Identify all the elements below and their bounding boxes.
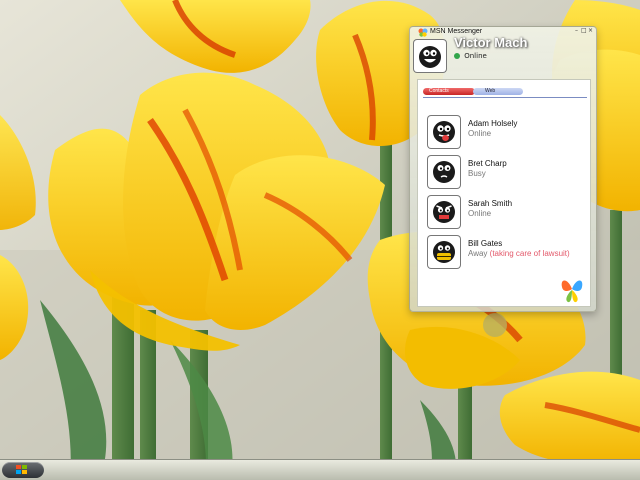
contact-status-label: Busy: [468, 169, 486, 178]
tab-contacts[interactable]: Contacts: [423, 88, 475, 95]
contact-status: Online: [468, 209, 491, 218]
contact-item[interactable]: Sarah Smith Online: [428, 196, 578, 232]
contact-name: Adam Holsely: [468, 119, 518, 128]
contact-avatar: [428, 236, 460, 268]
contact-status-label: Away: [468, 249, 488, 258]
contact-item[interactable]: Adam Holsely Online: [428, 116, 578, 152]
desktop: MSN Messenger – □ × Victor Mach Online C…: [0, 0, 640, 480]
grin-emoticon-icon: [433, 241, 455, 263]
taskbar: [0, 459, 640, 480]
surprised-emoticon-icon: [433, 161, 455, 183]
user-header: Victor Mach Online: [410, 35, 596, 77]
tongue-emoticon-icon: [433, 121, 455, 143]
windows-start-icon: [16, 465, 27, 474]
tabs-underline: [423, 97, 587, 98]
tab-web[interactable]: Web: [473, 88, 523, 95]
user-display-name[interactable]: Victor Mach: [454, 35, 527, 50]
window-controls: – □ ×: [574, 28, 593, 34]
user-status[interactable]: Online: [454, 52, 487, 60]
user-avatar[interactable]: [414, 40, 446, 72]
user-emoticon-icon: [419, 46, 441, 68]
contact-avatar: [428, 196, 460, 228]
angry-emoticon-icon: [433, 201, 455, 223]
contact-item[interactable]: Bret Charp Busy: [428, 156, 578, 192]
contact-status: Busy: [468, 169, 486, 178]
online-status-icon: [454, 53, 460, 59]
contact-item[interactable]: Bill Gates Away (taking care of lawsuit): [428, 236, 578, 272]
contact-name: Bret Charp: [468, 159, 507, 168]
contact-status-label: Online: [468, 129, 492, 138]
contact-status: Online: [468, 129, 491, 138]
contact-avatar: [428, 116, 460, 148]
contacts-panel: Contacts Web Adam Holsely Online Bret Ch…: [417, 79, 591, 307]
contact-name: Sarah Smith: [468, 199, 513, 208]
panel-tabs: Contacts Web: [423, 88, 587, 98]
msn-messenger-window[interactable]: MSN Messenger – □ × Victor Mach Online C…: [409, 26, 597, 312]
minimize-icon[interactable]: –: [574, 28, 579, 34]
msn-butterfly-icon: [418, 28, 428, 37]
contact-name: Bill Gates: [468, 239, 503, 248]
maximize-icon[interactable]: □: [581, 28, 587, 34]
window-title: MSN Messenger: [430, 28, 483, 35]
contact-personal-message: (taking care of lawsuit): [489, 249, 570, 258]
contact-status-label: Online: [468, 209, 492, 218]
start-button[interactable]: [2, 462, 44, 478]
msn-butterfly-icon: [561, 280, 583, 303]
contact-avatar: [428, 156, 460, 188]
close-icon[interactable]: ×: [588, 28, 593, 34]
user-status-label: Online: [464, 52, 487, 60]
contact-status: Away (taking care of lawsuit): [468, 249, 570, 258]
